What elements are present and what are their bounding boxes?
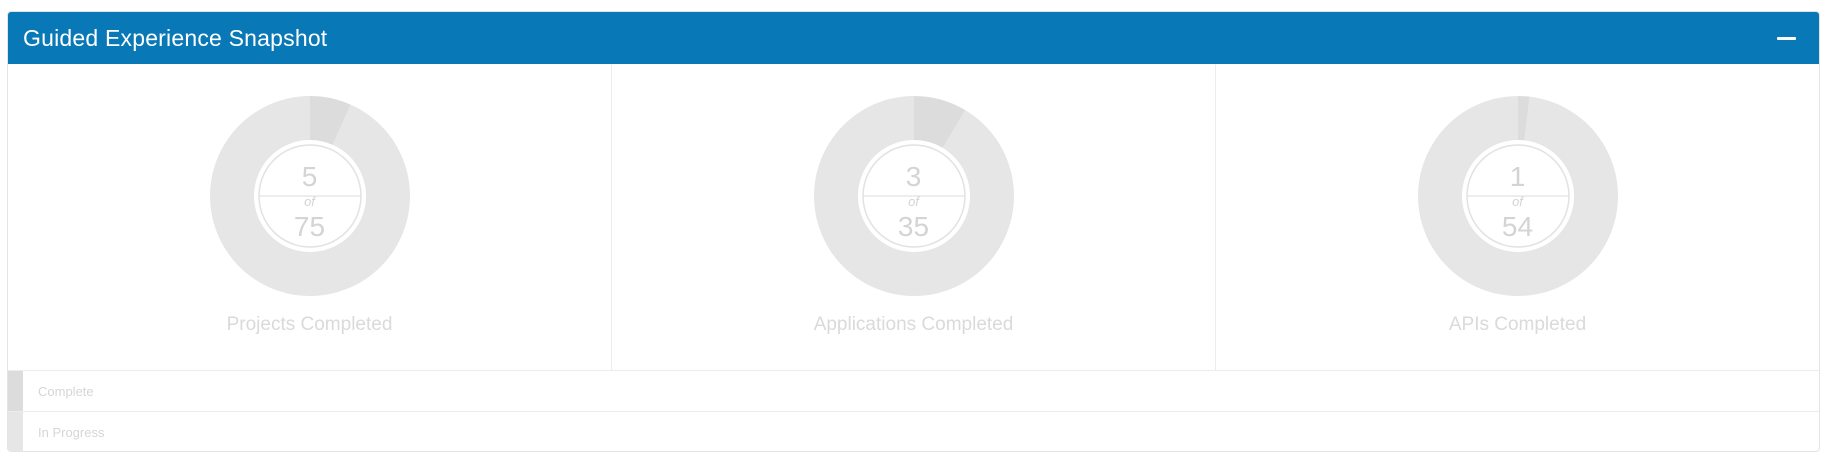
- guided-experience-panel: Guided Experience Snapshot 5 of 75 Proje…: [7, 11, 1820, 452]
- applications-complete-count: 3: [905, 161, 922, 192]
- applications-card: 3 of 35 Applications Completed: [612, 64, 1216, 370]
- applications-of-label: of: [908, 194, 919, 209]
- panel-header: Guided Experience Snapshot: [8, 12, 1819, 64]
- legend-item-complete: Complete: [8, 371, 1819, 412]
- projects-center-text: 5 of 75: [255, 156, 365, 266]
- in-progress-swatch: [8, 412, 23, 451]
- apis-center-text: 1 of 54: [1463, 156, 1573, 266]
- collapse-button[interactable]: [1773, 25, 1799, 51]
- apis-complete-count: 1: [1509, 161, 1526, 192]
- projects-card: 5 of 75 Projects Completed: [8, 64, 612, 370]
- applications-completed-label: Applications Completed: [813, 314, 1014, 335]
- apis-total-count: 54: [1501, 211, 1534, 242]
- minus-icon: [1776, 36, 1796, 40]
- apis-card: 1 of 54 APIs Completed: [1216, 64, 1819, 370]
- projects-of-label: of: [304, 194, 315, 209]
- complete-swatch: [8, 371, 23, 411]
- projects-complete-count: 5: [301, 161, 318, 192]
- legend-item-in-progress: In Progress: [8, 412, 1819, 451]
- apis-completed-label: APIs Completed: [1448, 314, 1587, 335]
- panel-title: Guided Experience Snapshot: [23, 24, 328, 51]
- donut-cards: 5 of 75 Projects Completed 3 of 35 Appli…: [8, 64, 1819, 371]
- projects-total-count: 75: [293, 211, 326, 242]
- projects-completed-label: Projects Completed: [226, 314, 393, 335]
- legend-label-in-progress: In Progress: [38, 424, 105, 440]
- chart-legend: Complete In Progress: [8, 371, 1819, 451]
- apis-of-label: of: [1512, 194, 1523, 209]
- applications-center-text: 3 of 35: [859, 156, 969, 266]
- applications-total-count: 35: [897, 211, 930, 242]
- legend-label-complete: Complete: [38, 383, 94, 399]
